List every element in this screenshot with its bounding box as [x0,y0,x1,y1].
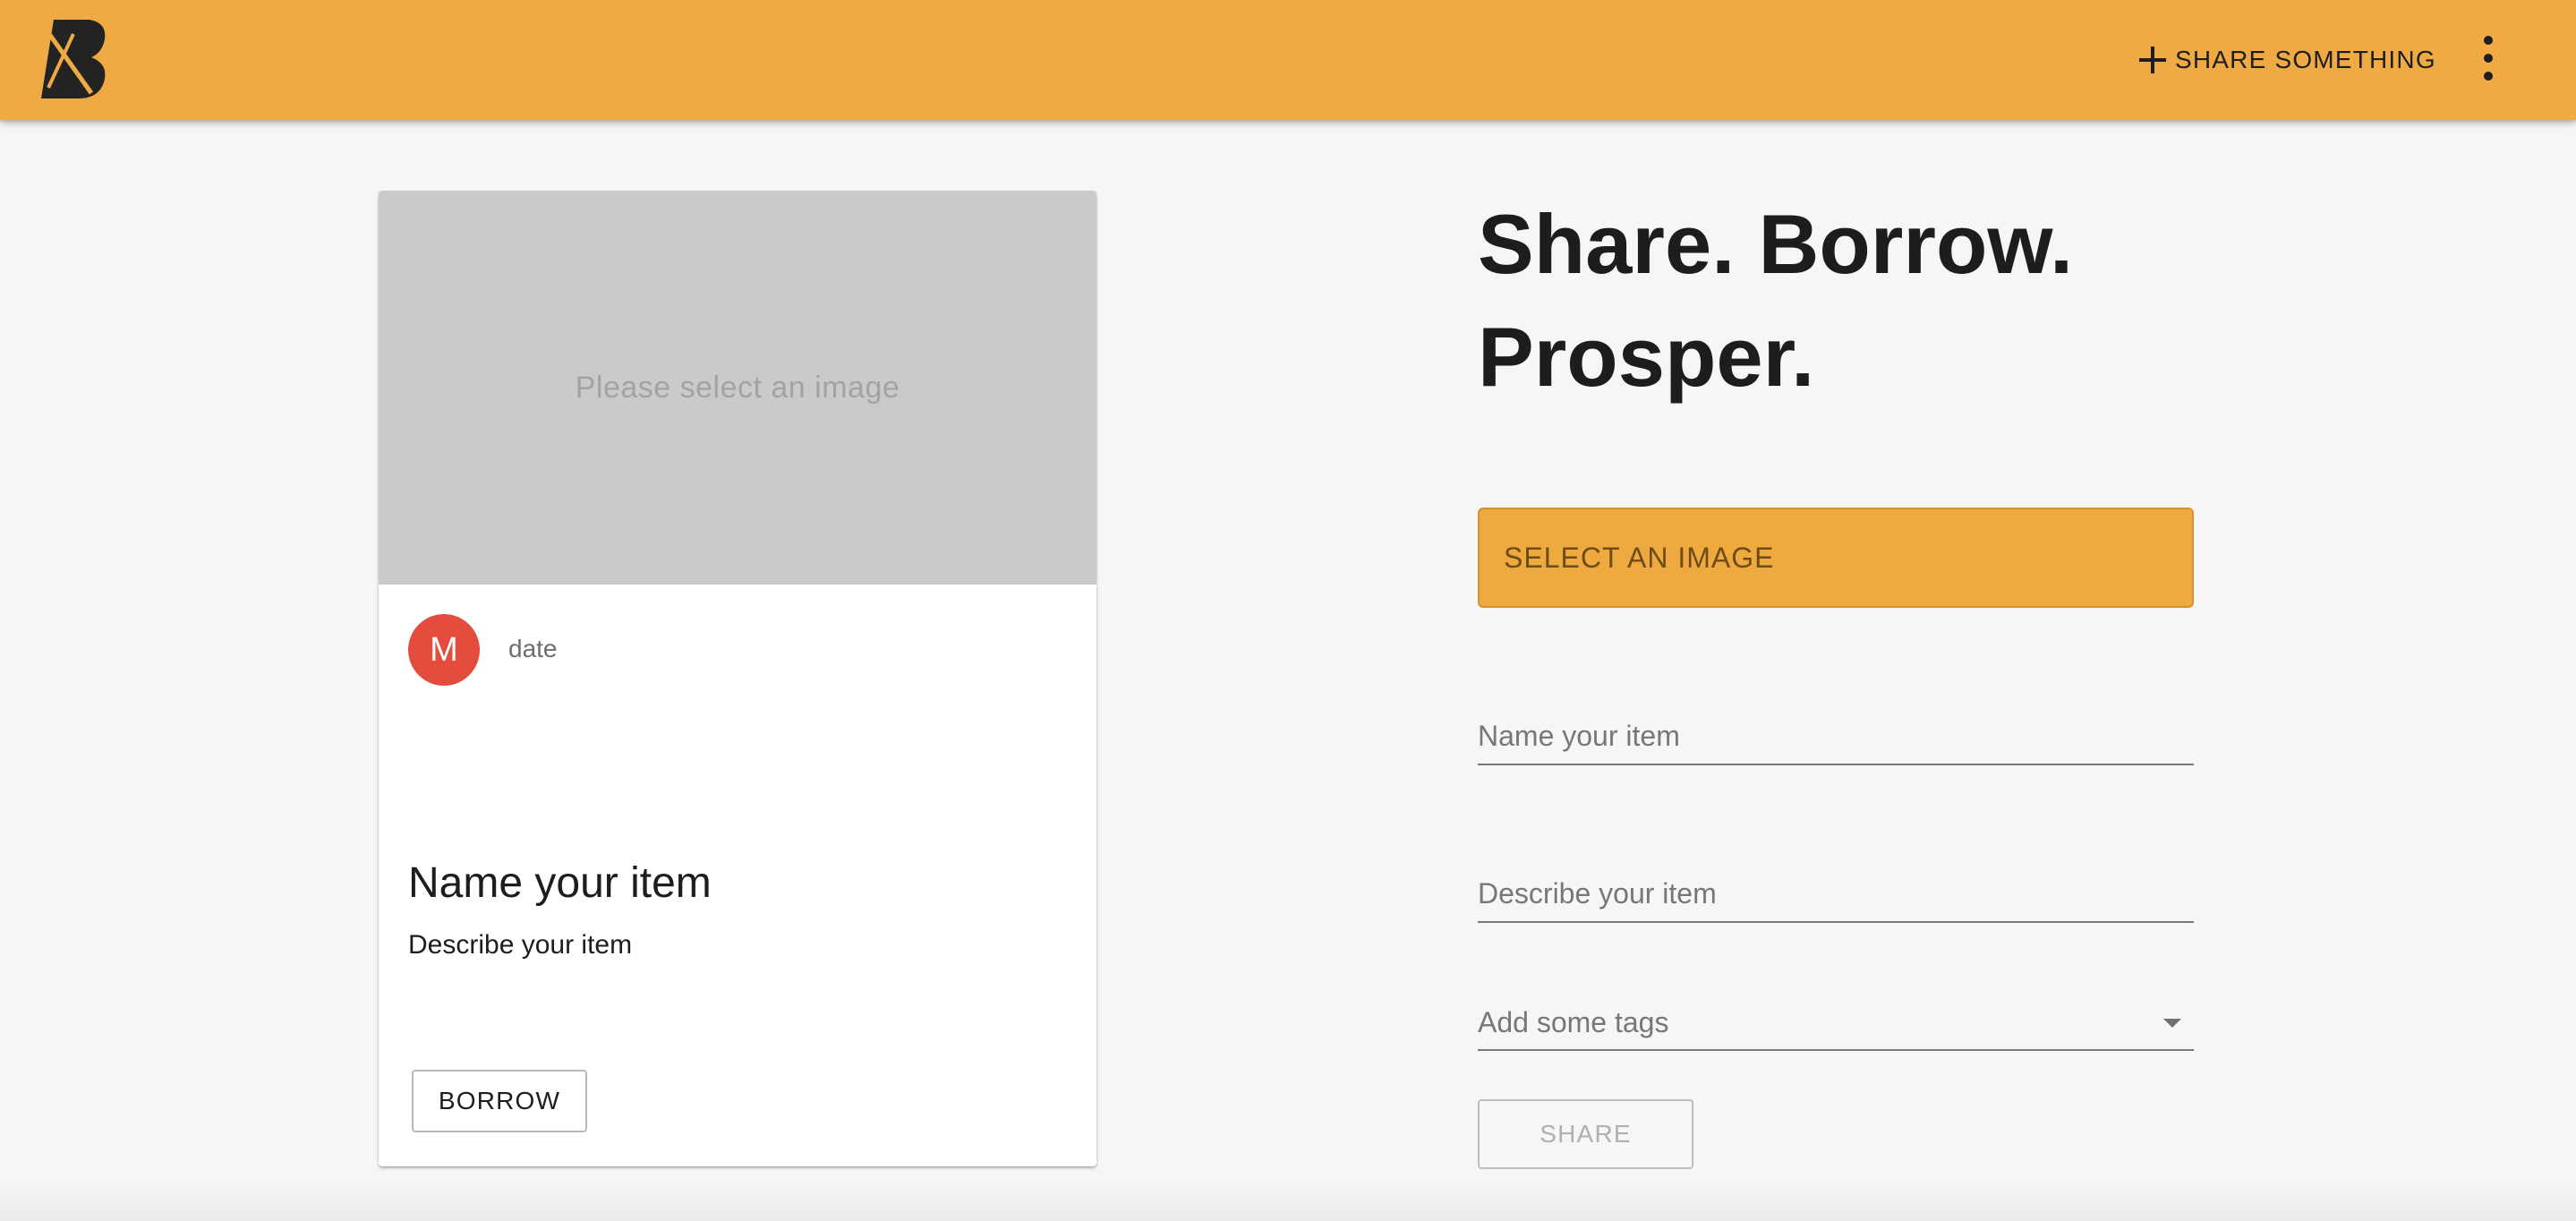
avatar: M [408,614,480,686]
share-something-button[interactable]: SHARE SOMETHING [2137,38,2436,82]
image-placeholder: Please select an image [379,191,1096,585]
share-something-label: SHARE SOMETHING [2175,46,2436,73]
plus-icon [2137,45,2168,75]
borrow-button[interactable]: BORROW [412,1070,587,1132]
image-placeholder-text: Please select an image [575,370,900,405]
card-date: date [508,635,558,662]
page-headline: Share. Borrow. Prosper. [1478,188,2104,414]
item-preview-card: Please select an image M date Name your … [379,191,1096,1166]
headline-line-2: Prosper. [1478,310,1815,404]
select-image-button[interactable]: SELECT AN IMAGE [1478,508,2194,608]
item-name-field [1478,713,2194,765]
headline-line-1: Share. Borrow. [1478,197,2074,291]
card-item-title: Name your item [408,859,712,907]
item-name-input[interactable] [1478,713,2194,758]
tags-select-placeholder: Add some tags [1478,1006,1669,1038]
item-description-input[interactable] [1478,871,2194,916]
tags-select[interactable]: Add some tags [1478,999,2194,1051]
card-item-description: Describe your item [408,930,633,960]
bottom-edge-shadow [0,1183,2576,1221]
arrow-drop-down-icon [2163,1019,2181,1028]
item-description-field [1478,871,2194,923]
share-button[interactable]: SHARE [1478,1099,1693,1169]
more-vertical-icon[interactable] [2475,36,2502,81]
avatar-initial: M [430,630,458,669]
top-app-bar: SHARE SOMETHING [0,0,2576,120]
boomtown-logo-icon[interactable] [38,16,113,100]
